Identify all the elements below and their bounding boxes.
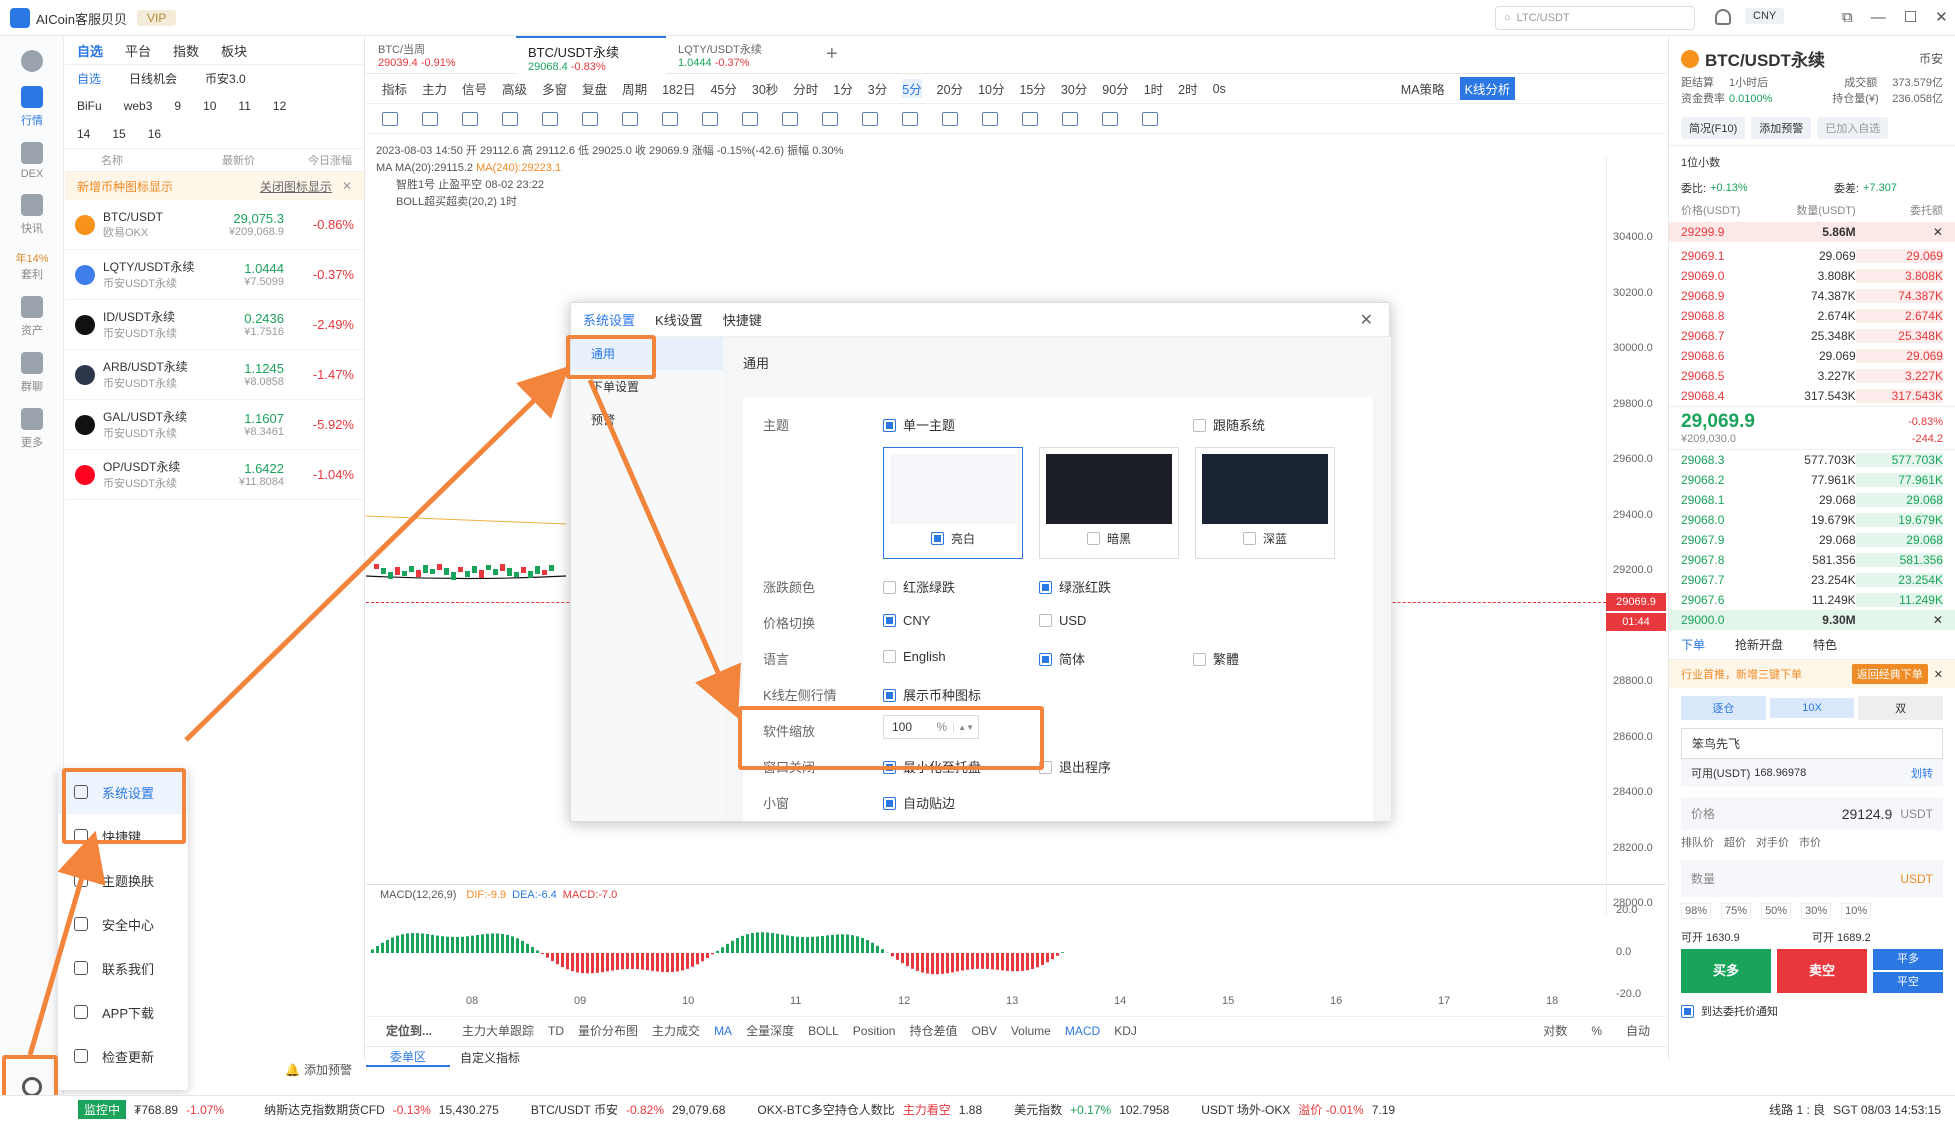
- status-bar: 监控中 ₮768.89 -1.07% 纳斯达克指数期货CFD -0.13% 15,43…: [0, 1095, 1955, 1123]
- network-line[interactable]: 线路 1 : 良: [1769, 1101, 1825, 1118]
- clock: SGT 08/03 14:53:15: [1833, 1102, 1941, 1117]
- monitor-status[interactable]: 监控中: [78, 1100, 127, 1119]
- annotation-arrows: [27, 366, 741, 1056]
